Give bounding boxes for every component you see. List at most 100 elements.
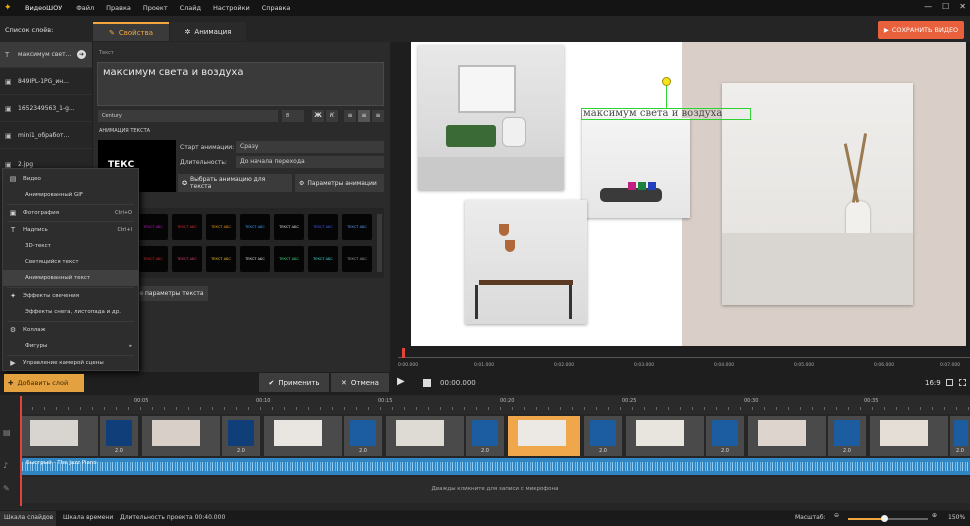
tab-time-scale[interactable]: Шкала времени bbox=[63, 514, 113, 521]
timeline-clip[interactable] bbox=[142, 416, 220, 456]
menu-item-camera[interactable]: ▶ Управление камерой сцены bbox=[3, 355, 138, 371]
menu-item-animated-text[interactable]: Анимированный текст bbox=[3, 270, 138, 286]
add-layer-button[interactable]: ✚ Добавить слой bbox=[4, 374, 84, 392]
transition-clip[interactable]: 2.0 bbox=[828, 416, 866, 456]
menu-item-shapes[interactable]: Фигуры ▸ bbox=[3, 338, 138, 354]
preset-item[interactable]: ТЕКСТ АБС bbox=[172, 246, 202, 272]
animation-params-button[interactable]: ⚙ Параметры анимации bbox=[295, 174, 384, 192]
timeline-playhead[interactable] bbox=[20, 396, 22, 506]
menu-file[interactable]: Файл bbox=[70, 4, 100, 12]
menu-item-glow-effects[interactable]: ✦ Эффекты свечения bbox=[3, 288, 138, 304]
transition-clip[interactable]: 2.0 bbox=[222, 416, 260, 456]
font-select[interactable]: Century bbox=[98, 110, 278, 122]
preset-item[interactable]: ТЕКСТ АБС bbox=[206, 214, 236, 240]
timeline-clip[interactable] bbox=[20, 416, 98, 456]
menu-item-gif[interactable]: Анимированный GIF bbox=[3, 187, 138, 203]
apply-button[interactable]: ✔ Применить bbox=[259, 373, 329, 392]
fit-screen-icon[interactable] bbox=[946, 379, 953, 386]
menu-item-photo[interactable]: ▣ Фотография Ctrl+O bbox=[3, 205, 138, 221]
maximize-icon[interactable]: ☐ bbox=[942, 2, 949, 11]
arrow-right-icon[interactable]: ➔ bbox=[77, 50, 86, 59]
preset-item[interactable]: ТЕКСТ АБС bbox=[172, 214, 202, 240]
transition-clip[interactable]: 2.0 bbox=[584, 416, 622, 456]
stop-icon[interactable] bbox=[423, 379, 431, 387]
all-text-params-button[interactable]: Все параметры текста bbox=[128, 286, 208, 301]
audio-track-icon: ♪ bbox=[3, 461, 9, 470]
zoom-out-icon[interactable]: ⊖ bbox=[834, 512, 839, 519]
zoom-slider-handle[interactable] bbox=[881, 515, 888, 522]
bold-icon[interactable]: Ж bbox=[312, 110, 324, 122]
tab-slides-scale[interactable]: Шкала слайдов bbox=[4, 514, 53, 521]
transition-clip[interactable]: 2.0 bbox=[344, 416, 382, 456]
menu-item-glow-text[interactable]: Светящийся текст bbox=[3, 254, 138, 270]
menu-item-3d-text[interactable]: 3D-текст bbox=[3, 238, 138, 254]
menu-item-snow-effects[interactable]: Эффекты снега, листопада и др. bbox=[3, 304, 138, 320]
preset-item[interactable]: ТЕКСТ АБС bbox=[138, 246, 168, 272]
timeline-clip[interactable] bbox=[264, 416, 342, 456]
audio-track[interactable] bbox=[20, 458, 970, 475]
layer-item[interactable]: T максимум свет... ➔ bbox=[0, 42, 92, 68]
anim-start-select[interactable]: Сразу bbox=[236, 141, 384, 153]
minimize-icon[interactable]: — bbox=[924, 2, 932, 11]
presets-scrollbar[interactable] bbox=[377, 214, 382, 272]
menu-settings[interactable]: Настройки bbox=[207, 4, 256, 12]
tab-animation[interactable]: ✲ Анимация bbox=[170, 22, 246, 41]
play-icon[interactable]: ▶ bbox=[397, 376, 405, 387]
preset-item[interactable]: ТЕКСТ АБС bbox=[308, 246, 338, 272]
choose-animation-button[interactable]: ✪ Выбрать анимацию для текста bbox=[178, 174, 292, 192]
timeline-clip[interactable] bbox=[748, 416, 826, 456]
align-left-icon[interactable]: ≡ bbox=[344, 110, 356, 122]
canvas-text-layer[interactable]: максимум света и воздуха bbox=[581, 108, 751, 120]
timeline-clip[interactable] bbox=[626, 416, 704, 456]
font-size-select[interactable]: 8 bbox=[282, 110, 304, 122]
fullscreen-icon[interactable] bbox=[959, 379, 966, 386]
preset-item[interactable]: ТЕКСТ АБС bbox=[206, 246, 236, 272]
timeline-clip[interactable] bbox=[386, 416, 464, 456]
preset-item[interactable]: ТЕКСТ АБС bbox=[274, 214, 304, 240]
text-input[interactable]: максимум света и воздуха bbox=[97, 62, 384, 106]
photo-dining[interactable] bbox=[465, 200, 587, 324]
preset-item[interactable]: ТЕКСТ АБС bbox=[308, 214, 338, 240]
transition-clip[interactable]: 2.0 bbox=[100, 416, 138, 456]
save-video-button[interactable]: ▶ СОХРАНИТЬ ВИДЕО bbox=[878, 21, 964, 39]
menu-edit[interactable]: Правка bbox=[100, 4, 137, 12]
menu-help[interactable]: Справка bbox=[256, 4, 297, 12]
preset-item[interactable]: ТЕКСТ АБС bbox=[240, 214, 270, 240]
layer-item[interactable]: ▣ mini1_обработ... bbox=[0, 123, 92, 149]
aspect-ratio[interactable]: 16:9 bbox=[925, 379, 941, 387]
duration-select[interactable]: До начала перехода bbox=[236, 156, 384, 168]
photo-living-room[interactable] bbox=[418, 45, 564, 190]
menu-item-video[interactable]: ▤ Видео bbox=[3, 171, 138, 187]
timeline-clip-selected[interactable] bbox=[508, 416, 580, 456]
close-icon[interactable]: ✕ bbox=[959, 2, 966, 11]
photo-sofa[interactable] bbox=[582, 118, 690, 218]
transition-clip[interactable]: 2.0 bbox=[466, 416, 504, 456]
cancel-button[interactable]: ✕ Отмена bbox=[331, 373, 389, 392]
layer-item[interactable]: ▣ 849IPL-1PG_ин... bbox=[0, 69, 92, 95]
preset-item[interactable]: ТЕКСТ АБС bbox=[138, 214, 168, 240]
zoom-in-icon[interactable]: ⊕ bbox=[932, 512, 937, 519]
preset-item[interactable]: ТЕКСТ АБС bbox=[240, 246, 270, 272]
transition-clip[interactable]: 2.0 bbox=[950, 416, 970, 456]
timeline-clip[interactable] bbox=[870, 416, 948, 456]
align-center-icon[interactable]: ≡ bbox=[358, 110, 370, 122]
menu-slide[interactable]: Слайд bbox=[174, 4, 207, 12]
align-right-icon[interactable]: ≡ bbox=[372, 110, 384, 122]
transition-clip[interactable]: 2.0 bbox=[706, 416, 744, 456]
layer-item[interactable]: ▣ 1652349563_1-g... bbox=[0, 96, 92, 122]
timeline-ruler[interactable] bbox=[20, 396, 970, 414]
transition-thumbnail bbox=[350, 420, 376, 446]
preset-item[interactable]: ТЕКСТ АБС bbox=[274, 246, 304, 272]
zoom-value: 150% bbox=[948, 514, 966, 521]
menu-item-caption[interactable]: T Надпись Ctrl+I bbox=[3, 222, 138, 238]
menu-project[interactable]: Проект bbox=[137, 4, 174, 12]
italic-icon[interactable]: К bbox=[326, 110, 338, 122]
rotation-handle[interactable] bbox=[662, 77, 671, 86]
tab-properties[interactable]: ✎ Свойства bbox=[93, 22, 169, 41]
preview-playhead[interactable] bbox=[402, 348, 405, 358]
preset-item[interactable]: ТЕКСТ АБС bbox=[342, 246, 372, 272]
preset-item[interactable]: ТЕКСТ АБС bbox=[342, 214, 372, 240]
apply-label: Применить bbox=[278, 378, 320, 387]
menu-item-collage[interactable]: ⚙ Коллаж bbox=[3, 322, 138, 338]
magic-wand-icon: ✦ bbox=[10, 292, 16, 300]
